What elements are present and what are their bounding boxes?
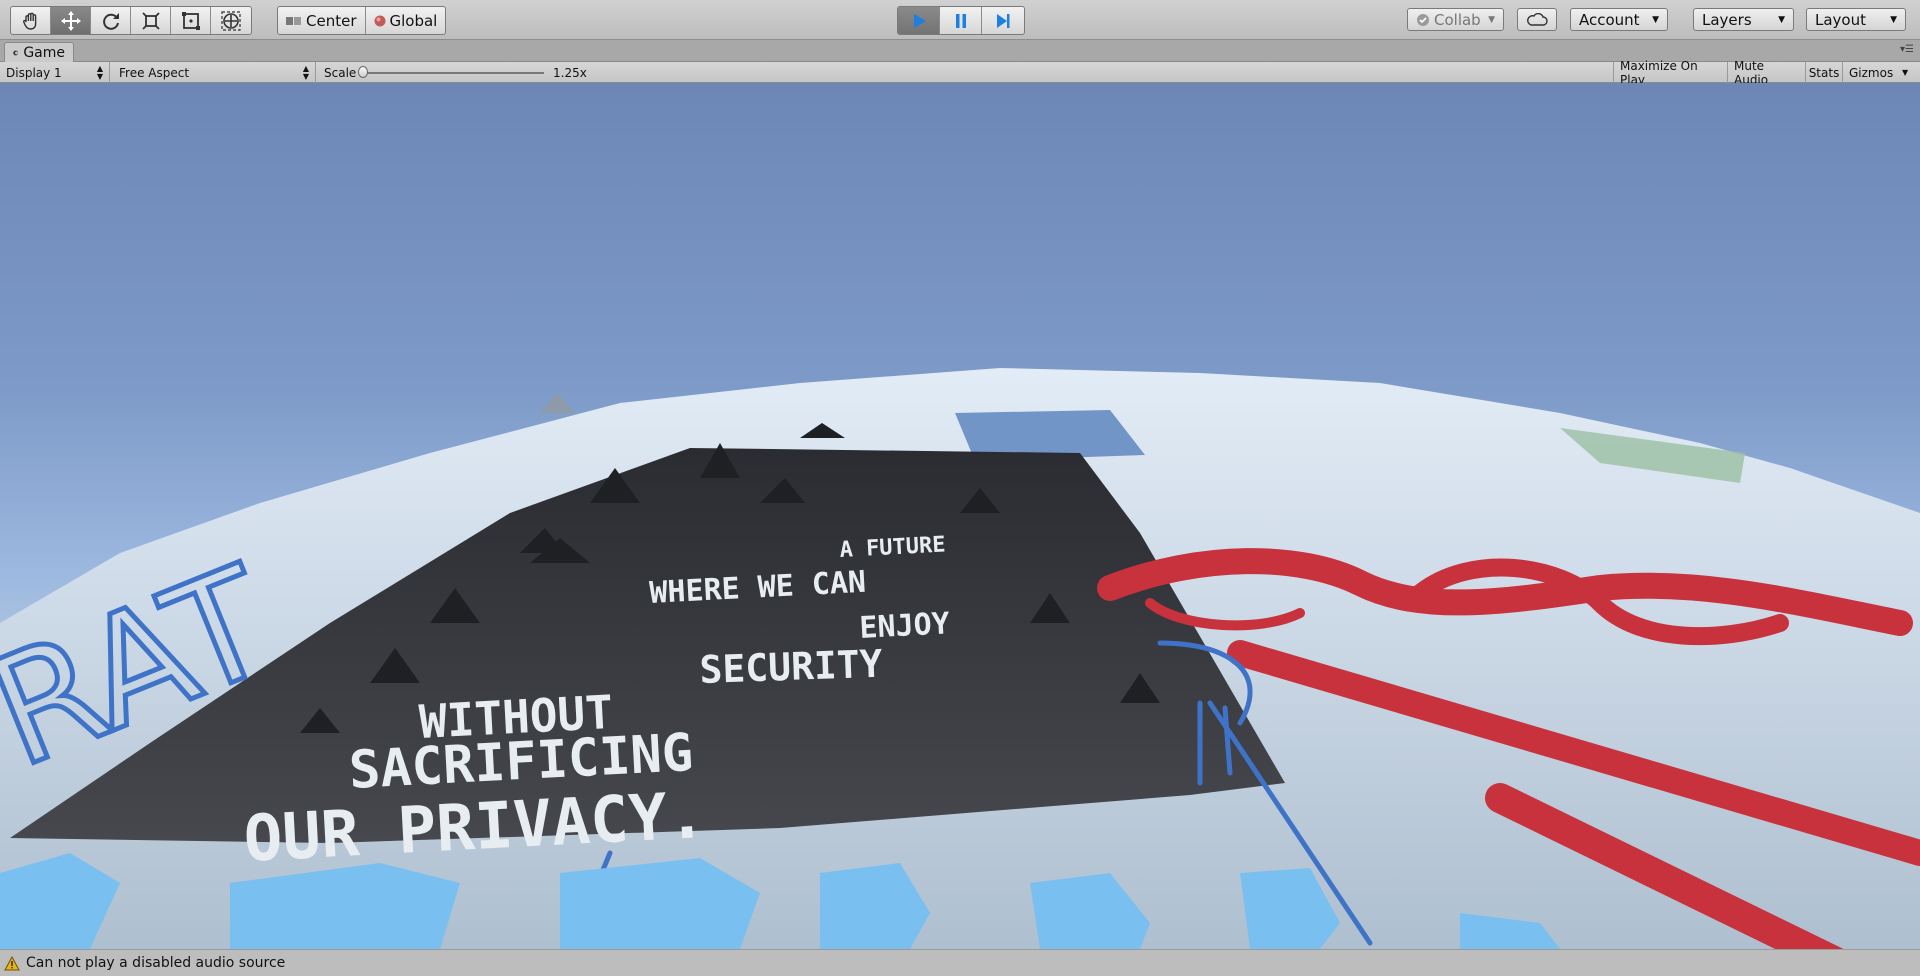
step-button[interactable]	[982, 7, 1024, 34]
collab-label: Collab	[1434, 10, 1481, 29]
chevron-down-icon: ▼	[1488, 14, 1495, 25]
play-icon	[913, 13, 926, 28]
transform-tools	[10, 6, 252, 35]
scale-value: 1.25x	[553, 65, 587, 80]
move-tool-button[interactable]	[51, 7, 91, 34]
scale-control: Scale 1.25x	[318, 62, 598, 83]
status-bar: Can not play a disabled audio source	[0, 949, 1920, 976]
pivot-mode-label: Center	[306, 11, 357, 30]
rect-transform-icon	[181, 11, 200, 30]
transform-tool-button[interactable]	[211, 7, 251, 34]
pivot-rotation-label: Global	[389, 11, 438, 30]
scale-tool-button[interactable]	[131, 7, 171, 34]
warning-icon	[4, 955, 20, 970]
scale-slider-track[interactable]	[360, 72, 544, 74]
tab-menu-icon[interactable]: ▾☰	[1900, 44, 1914, 55]
hand-tool-button[interactable]	[11, 7, 51, 34]
check-circle-icon	[1417, 13, 1429, 26]
layout-label: Layout	[1815, 10, 1866, 29]
poster-line-4: SECURITY	[699, 642, 884, 692]
collab-button[interactable]: Collab ▼	[1407, 8, 1504, 31]
updown-arrows-icon: ▲ ▼	[96, 63, 103, 81]
gizmos-label: Gizmos	[1849, 65, 1894, 80]
updown-arrows-icon: ▲ ▼	[302, 63, 309, 81]
poster-line-3: ENJOY	[859, 606, 951, 646]
pause-icon	[955, 13, 966, 28]
layout-dropdown[interactable]: Layout ▼	[1806, 8, 1906, 31]
display-label: Display 1	[6, 65, 62, 80]
pivot-mode-button[interactable]: Center	[278, 7, 366, 34]
stats-label: Stats	[1808, 65, 1840, 80]
pivot-center-icon	[286, 16, 301, 25]
play-button[interactable]	[898, 7, 940, 34]
pivot-toggles: Center Global	[277, 6, 447, 35]
stats-toggle[interactable]: Stats	[1805, 62, 1842, 83]
gizmos-dropdown-icon[interactable]: ▼	[1902, 68, 1908, 77]
chevron-down-icon: ▼	[1652, 14, 1659, 25]
transform-icon	[221, 10, 241, 31]
playmode-controls	[897, 6, 1025, 35]
rotate-icon	[102, 12, 119, 30]
scene-render: A FUTURE WHERE WE CAN ENJOY SECURITY WIT…	[0, 368, 1920, 949]
pivot-rotation-button[interactable]: Global	[366, 7, 446, 34]
rect-tool-button[interactable]	[171, 7, 211, 34]
aspect-select[interactable]: Free Aspect ▲ ▼	[113, 62, 316, 83]
scale-icon	[141, 11, 160, 30]
game-controller-icon	[13, 50, 19, 55]
maximize-on-play-toggle[interactable]: Maximize On Play	[1613, 59, 1727, 87]
chevron-down-icon: ▼	[1890, 14, 1897, 25]
tab-game[interactable]: Game	[4, 42, 74, 62]
status-message[interactable]: Can not play a disabled audio source	[26, 955, 285, 971]
game-viewport[interactable]: A FUTURE WHERE WE CAN ENJOY SECURITY WIT…	[0, 83, 1920, 949]
cloud-icon	[1527, 12, 1548, 26]
hand-icon	[22, 12, 36, 30]
step-icon	[997, 13, 1010, 28]
aspect-label: Free Aspect	[119, 65, 190, 80]
rotate-tool-button[interactable]	[91, 7, 131, 34]
layers-label: Layers	[1702, 10, 1752, 29]
account-label: Account	[1579, 10, 1640, 29]
gizmos-toggle[interactable]: Gizmos	[1842, 62, 1908, 83]
main-toolbar: Center Global Collab ▼ Account ▼ Layers …	[0, 0, 1920, 40]
move-icon	[60, 10, 81, 31]
display-select[interactable]: Display 1 ▲ ▼	[0, 62, 110, 83]
account-dropdown[interactable]: Account ▼	[1570, 8, 1668, 31]
chevron-down-icon: ▼	[1778, 14, 1785, 25]
layers-dropdown[interactable]: Layers ▼	[1693, 8, 1794, 31]
scale-slider-handle[interactable]	[358, 66, 368, 78]
scale-label: Scale	[324, 65, 357, 80]
game-view-toolbar: Display 1 ▲ ▼ Free Aspect ▲ ▼ Scale 1.25x …	[0, 59, 1920, 87]
tab-game-label: Game	[23, 44, 65, 61]
cloud-button[interactable]	[1517, 8, 1557, 31]
mute-audio-toggle[interactable]: Mute Audio	[1727, 59, 1805, 87]
pause-button[interactable]	[940, 7, 982, 34]
globe-icon	[374, 15, 385, 26]
